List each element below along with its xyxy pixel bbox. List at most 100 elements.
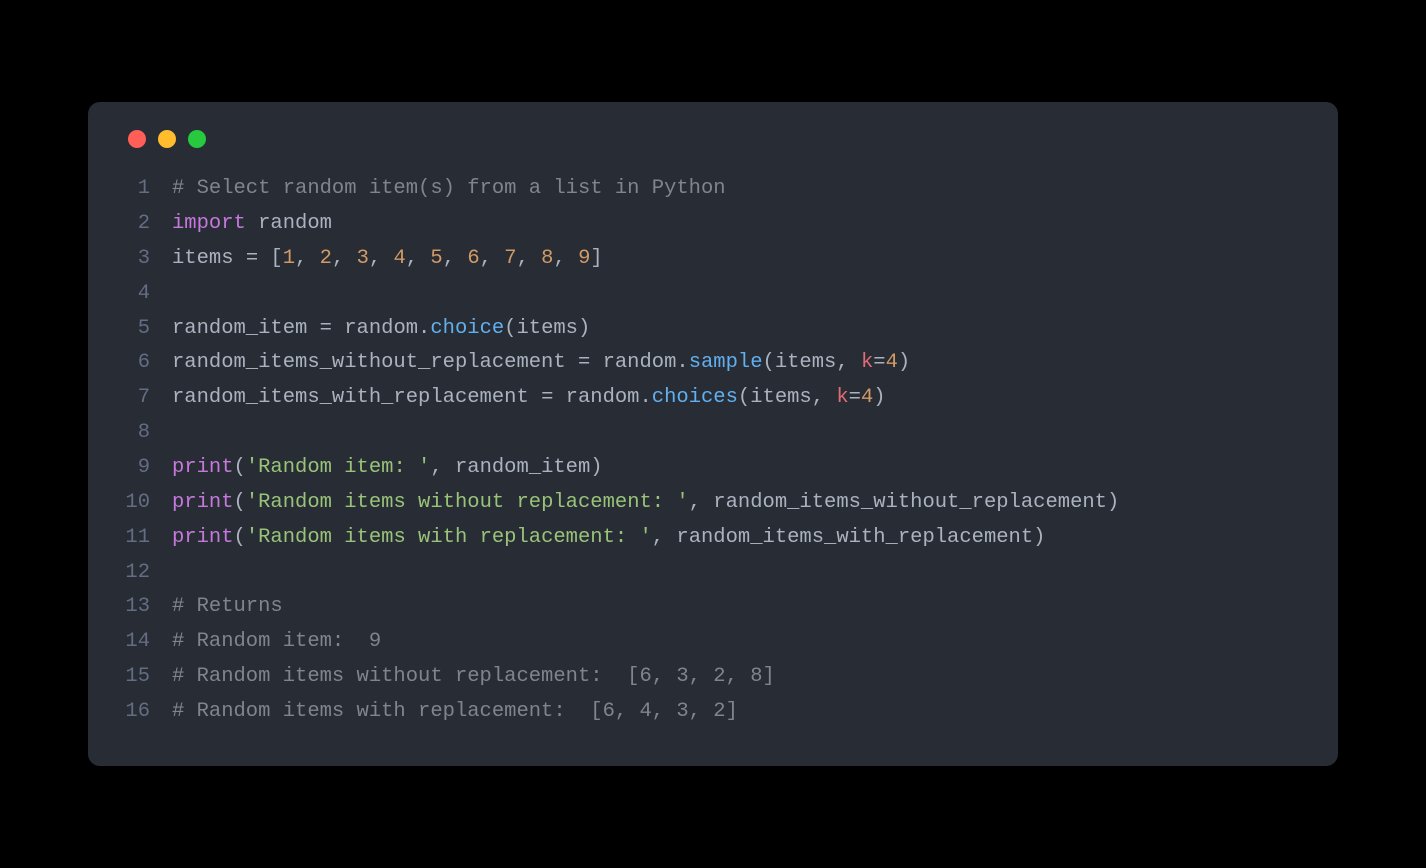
code-editor[interactable]: 1# Select random item(s) from a list in … <box>124 172 1302 730</box>
line-number: 6 <box>124 346 172 381</box>
line-number: 15 <box>124 660 172 695</box>
token: k <box>861 351 873 374</box>
token: import <box>172 212 246 235</box>
line-number: 16 <box>124 695 172 730</box>
line-content[interactable]: # Random items with replacement: [6, 4, … <box>172 695 738 730</box>
line-content[interactable] <box>172 416 184 451</box>
token: = [ <box>246 247 283 270</box>
token: random <box>603 351 677 374</box>
token: 'Random item: ' <box>246 456 431 479</box>
zoom-icon[interactable] <box>188 130 206 148</box>
code-line[interactable]: 12 <box>124 556 1302 591</box>
token: , random_items_with_replacement) <box>652 526 1046 549</box>
token: , <box>332 247 357 270</box>
code-line[interactable]: 15# Random items without replacement: [6… <box>124 660 1302 695</box>
token: , <box>295 247 320 270</box>
minimize-icon[interactable] <box>158 130 176 148</box>
line-number: 7 <box>124 381 172 416</box>
code-line[interactable]: 2import random <box>124 207 1302 242</box>
code-line[interactable]: 6random_items_without_replacement = rand… <box>124 346 1302 381</box>
code-line[interactable]: 3items = [1, 2, 3, 4, 5, 6, 7, 8, 9] <box>124 242 1302 277</box>
token: ( <box>234 526 246 549</box>
token: print <box>172 526 234 549</box>
token: . <box>676 351 688 374</box>
token: random_items_without_replacement <box>172 351 578 374</box>
line-content[interactable]: random_item = random.choice(items) <box>172 312 590 347</box>
code-line[interactable]: 1# Select random item(s) from a list in … <box>124 172 1302 207</box>
token <box>246 212 258 235</box>
token: random_items_with_replacement <box>172 386 541 409</box>
line-number: 12 <box>124 556 172 591</box>
line-content[interactable]: print('Random items without replacement:… <box>172 486 1119 521</box>
line-content[interactable]: import random <box>172 207 332 242</box>
token: print <box>172 456 234 479</box>
line-number: 14 <box>124 625 172 660</box>
code-line[interactable]: 13# Returns <box>124 590 1302 625</box>
token: 4 <box>886 351 898 374</box>
line-number: 2 <box>124 207 172 242</box>
token: , <box>553 247 578 270</box>
token: . <box>418 317 430 340</box>
code-line[interactable]: 16# Random items with replacement: [6, 4… <box>124 695 1302 730</box>
token: sample <box>689 351 763 374</box>
token: 'Random items with replacement: ' <box>246 526 652 549</box>
token: , <box>480 247 505 270</box>
line-content[interactable]: # Random item: 9 <box>172 625 381 660</box>
line-content[interactable]: # Random items without replacement: [6, … <box>172 660 775 695</box>
token: ) <box>873 386 885 409</box>
code-window: 1# Select random item(s) from a list in … <box>88 102 1338 766</box>
line-number: 11 <box>124 521 172 556</box>
token: = <box>320 317 345 340</box>
token: , random_items_without_replacement) <box>689 491 1120 514</box>
token: (items) <box>504 317 590 340</box>
code-line[interactable]: 10print('Random items without replacemen… <box>124 486 1302 521</box>
token: random <box>258 212 332 235</box>
token: (items, <box>763 351 861 374</box>
token: ] <box>590 247 602 270</box>
token: # Random item: 9 <box>172 630 381 653</box>
token: 8 <box>541 247 553 270</box>
token: choice <box>430 317 504 340</box>
line-content[interactable]: # Select random item(s) from a list in P… <box>172 172 726 207</box>
code-line[interactable]: 8 <box>124 416 1302 451</box>
line-number: 1 <box>124 172 172 207</box>
token: 4 <box>861 386 873 409</box>
token: ) <box>898 351 910 374</box>
line-content[interactable]: print('Random item: ', random_item) <box>172 451 603 486</box>
token: 1 <box>283 247 295 270</box>
token: , <box>443 247 468 270</box>
code-line[interactable]: 4 <box>124 277 1302 312</box>
code-line[interactable]: 9print('Random item: ', random_item) <box>124 451 1302 486</box>
line-content[interactable] <box>172 556 184 591</box>
line-content[interactable] <box>172 277 184 312</box>
code-line[interactable]: 7random_items_with_replacement = random.… <box>124 381 1302 416</box>
token: random_item <box>172 317 320 340</box>
line-number: 13 <box>124 590 172 625</box>
code-line[interactable]: 11print('Random items with replacement: … <box>124 521 1302 556</box>
line-content[interactable]: # Returns <box>172 590 283 625</box>
token: random <box>344 317 418 340</box>
code-line[interactable]: 5random_item = random.choice(items) <box>124 312 1302 347</box>
close-icon[interactable] <box>128 130 146 148</box>
line-number: 4 <box>124 277 172 312</box>
token: (items, <box>738 386 836 409</box>
token: k <box>836 386 848 409</box>
token: 7 <box>504 247 516 270</box>
line-number: 3 <box>124 242 172 277</box>
code-line[interactable]: 14# Random item: 9 <box>124 625 1302 660</box>
token: 3 <box>357 247 369 270</box>
line-content[interactable]: random_items_with_replacement = random.c… <box>172 381 886 416</box>
line-content[interactable]: items = [1, 2, 3, 4, 5, 6, 7, 8, 9] <box>172 242 603 277</box>
token: 5 <box>430 247 442 270</box>
line-content[interactable]: print('Random items with replacement: ',… <box>172 521 1045 556</box>
token: = <box>849 386 861 409</box>
token: 6 <box>467 247 479 270</box>
titlebar <box>124 130 1302 148</box>
token: random <box>566 386 640 409</box>
token: , <box>517 247 542 270</box>
line-content[interactable]: random_items_without_replacement = rando… <box>172 346 910 381</box>
token: 'Random items without replacement: ' <box>246 491 689 514</box>
token: choices <box>652 386 738 409</box>
line-number: 10 <box>124 486 172 521</box>
token: # Random items without replacement: [6, … <box>172 665 775 688</box>
